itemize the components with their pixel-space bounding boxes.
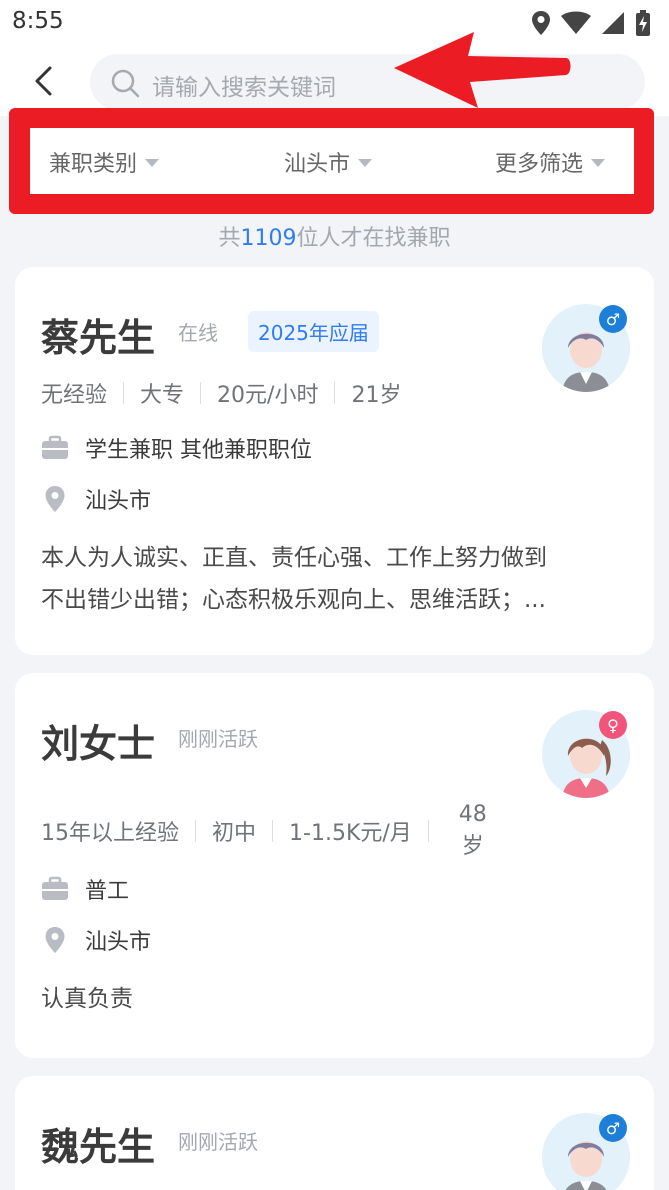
description-line: 认真负责 xyxy=(41,986,133,1012)
chevron-down-icon xyxy=(145,159,160,167)
summary-count: 1109 xyxy=(240,226,297,251)
filter-bar: 兼职类别 汕头市 更多筛选 xyxy=(30,128,634,194)
location-pin-icon xyxy=(45,927,65,953)
battery-icon xyxy=(636,10,650,36)
location-pin-icon xyxy=(45,486,65,512)
salary: 20元/小时 xyxy=(217,383,319,408)
candidate-meta: 15年以上经验 初中 1-1.5K元/月 48 岁 xyxy=(41,799,487,863)
filter-more-label: 更多筛选 xyxy=(495,152,584,177)
position-row: 学生兼职 其他兼职职位 xyxy=(41,432,312,464)
age-unit: 岁 xyxy=(461,834,484,859)
education: 大专 xyxy=(140,383,185,408)
candidate-location: 汕头市 xyxy=(85,489,152,514)
filter-category-dropdown[interactable]: 兼职类别 xyxy=(49,146,160,178)
annotation-arrow-icon xyxy=(394,32,571,108)
female-gender-icon: ♀ xyxy=(599,711,627,739)
experience: 15年以上经验 xyxy=(41,821,179,846)
divider xyxy=(123,382,125,404)
candidate-card[interactable]: 蔡先生 在线 2025年应届 ♂ 无经验 大专 20元/小时 21岁 学生兼职 … xyxy=(15,267,654,655)
education: 初中 xyxy=(212,821,257,846)
candidate-location: 汕头市 xyxy=(85,930,152,955)
chevron-down-icon xyxy=(358,159,373,167)
description-line: 本人为人诚实、正直、责任心强、工作上努力做到 xyxy=(41,545,547,571)
salary: 1-1.5K元/月 xyxy=(289,821,412,846)
experience: 无经验 xyxy=(41,383,108,408)
search-icon xyxy=(111,69,140,98)
chevron-down-icon xyxy=(591,159,606,167)
candidate-status: 在线 xyxy=(178,321,218,345)
male-gender-icon: ♂ xyxy=(599,1114,627,1142)
status-time: 8:55 xyxy=(12,8,64,34)
signal-icon xyxy=(602,12,624,34)
candidate-name: 魏先生 xyxy=(41,1125,156,1169)
age-number: 48 xyxy=(458,802,487,827)
briefcase-icon xyxy=(42,435,68,459)
summary-prefix: 共 xyxy=(218,226,241,251)
location-row: 汕头市 xyxy=(41,924,151,956)
desired-position: 普工 xyxy=(85,879,130,904)
candidate-card[interactable]: 魏先生 刚刚活跃 ♂ xyxy=(15,1076,654,1190)
male-gender-icon: ♂ xyxy=(599,305,627,333)
filter-more-dropdown[interactable]: 更多筛选 xyxy=(495,146,606,178)
candidate-description: 本人为人诚实、正直、责任心强、工作上努力做到 不出错少出错；心态积极乐观向上、思… xyxy=(41,537,631,621)
position-row: 普工 xyxy=(41,873,129,905)
divider xyxy=(272,820,274,842)
filter-category-label: 兼职类别 xyxy=(49,152,138,177)
candidate-description: 认真负责 xyxy=(41,978,631,1020)
divider xyxy=(334,382,336,404)
age: 21岁 xyxy=(351,383,402,408)
candidate-card[interactable]: 刘女士 刚刚活跃 ♀ 15年以上经验 初中 1-1.5K元/月 48 岁 普工 xyxy=(15,673,654,1058)
filter-city-label: 汕头市 xyxy=(284,152,351,177)
candidate-status: 刚刚活跃 xyxy=(178,1130,258,1154)
candidate-name: 刘女士 xyxy=(41,722,156,766)
back-arrow-icon[interactable] xyxy=(28,64,62,98)
desired-position: 学生兼职 其他兼职职位 xyxy=(85,438,312,463)
divider xyxy=(427,820,429,842)
filter-city-dropdown[interactable]: 汕头市 xyxy=(284,146,373,178)
candidate-status: 刚刚活跃 xyxy=(178,727,258,751)
candidate-name: 蔡先生 xyxy=(41,316,156,360)
graduate-tag: 2025年应届 xyxy=(248,311,379,352)
candidate-meta: 无经验 大专 20元/小时 21岁 xyxy=(41,377,401,409)
age: 48 岁 xyxy=(459,799,487,863)
description-line: 不出错少出错；心态积极乐观向上、思维活跃；... xyxy=(41,587,546,613)
result-summary: 共1109位人才在找兼职 xyxy=(0,220,669,252)
search-placeholder: 请输入搜索关键词 xyxy=(152,75,336,101)
divider xyxy=(200,382,202,404)
divider xyxy=(195,820,196,842)
briefcase-icon xyxy=(42,876,68,900)
summary-suffix: 位人才在找兼职 xyxy=(296,226,451,251)
location-row: 汕头市 xyxy=(41,483,151,515)
